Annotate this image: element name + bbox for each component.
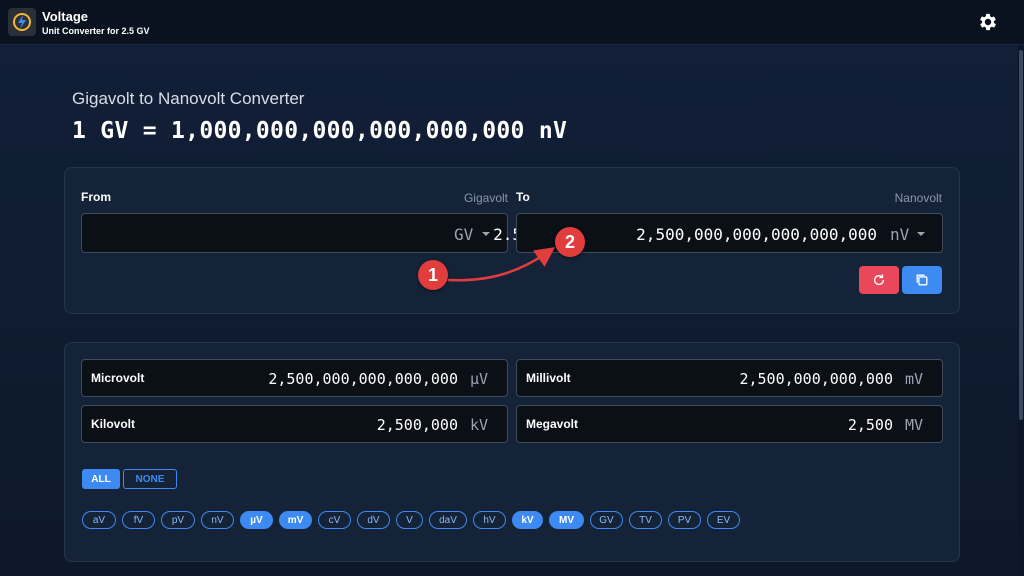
unit-pill[interactable]: daV <box>429 511 467 529</box>
unit-pill[interactable]: cV <box>318 511 351 529</box>
scrollbar-thumb[interactable] <box>1019 50 1023 420</box>
result-unit: MV <box>905 416 924 434</box>
result-unit: mV <box>905 370 924 388</box>
to-unit-select[interactable]: nV <box>890 225 909 244</box>
app-title: Voltage <box>42 9 88 24</box>
result-row-millivolt[interactable]: Millivolt 2,500,000,000,000 mV <box>516 359 943 397</box>
result-value[interactable]: 2,500,000 <box>182 416 458 434</box>
unit-pill[interactable]: EV <box>707 511 740 529</box>
to-label: To <box>516 190 530 204</box>
reset-button[interactable] <box>859 266 899 294</box>
unit-pill[interactable]: fV <box>122 511 155 529</box>
chevron-down-icon[interactable] <box>482 232 490 236</box>
from-value-input[interactable]: 2.5 GV <box>81 213 522 253</box>
unit-pill[interactable]: MV <box>549 511 584 529</box>
app-header: Voltage Unit Converter for 2.5 GV <box>0 0 1024 45</box>
from-unit-select[interactable]: GV <box>454 225 473 244</box>
chevron-down-icon[interactable] <box>917 232 925 236</box>
annotation-marker-1: 1 <box>418 260 448 290</box>
result-value[interactable]: 2,500,000,000,000 <box>617 370 893 388</box>
unit-pill[interactable]: GV <box>590 511 623 529</box>
gear-icon[interactable] <box>977 11 999 33</box>
unit-pill[interactable]: TV <box>629 511 662 529</box>
result-unit: kV <box>470 416 489 434</box>
copy-button[interactable] <box>902 266 942 294</box>
result-row-megavolt[interactable]: Megavolt 2,500 MV <box>516 405 943 443</box>
copy-icon <box>916 274 928 286</box>
unit-pill[interactable]: mV <box>279 511 312 529</box>
result-row-microvolt[interactable]: Microvolt 2,500,000,000,000,000 µV <box>81 359 508 397</box>
select-all-button[interactable]: ALL <box>82 469 120 489</box>
annotation-marker-2: 2 <box>555 227 585 257</box>
conversion-formula: 1 GV = 1,000,000,000,000,000,000 nV <box>72 118 568 144</box>
page-title: Gigavolt to Nanovolt Converter <box>72 89 305 108</box>
result-value[interactable]: 2,500,000,000,000,000 <box>182 370 458 388</box>
unit-pill[interactable]: PV <box>668 511 701 529</box>
result-name: Microvolt <box>91 371 145 385</box>
unit-pill[interactable]: V <box>396 511 423 529</box>
refresh-icon <box>873 274 885 286</box>
result-value[interactable]: 2,500 <box>617 416 893 434</box>
unit-pill[interactable]: kV <box>512 511 543 529</box>
unit-pill[interactable]: pV <box>161 511 195 529</box>
result-row-kilovolt[interactable]: Kilovolt 2,500,000 kV <box>81 405 508 443</box>
app-subtitle: Unit Converter for 2.5 GV <box>42 26 150 36</box>
unit-pill[interactable]: µV <box>240 511 273 529</box>
from-unit-name: Gigavolt <box>463 191 508 205</box>
to-unit-name: Nanovolt <box>894 191 942 205</box>
select-none-button[interactable]: NONE <box>123 469 177 489</box>
unit-pill[interactable]: hV <box>473 511 506 529</box>
unit-pill[interactable]: dV <box>357 511 390 529</box>
result-unit: µV <box>470 370 489 388</box>
result-name: Megavolt <box>526 417 579 431</box>
to-value[interactable]: 2,500,000,000,000,000,000 <box>537 225 877 244</box>
unit-pill[interactable]: aV <box>82 511 116 529</box>
result-name: Kilovolt <box>91 417 135 431</box>
unit-pill[interactable]: nV <box>201 511 234 529</box>
voltage-logo-icon <box>8 8 36 36</box>
from-label: From <box>81 190 111 204</box>
result-name: Millivolt <box>526 371 571 385</box>
